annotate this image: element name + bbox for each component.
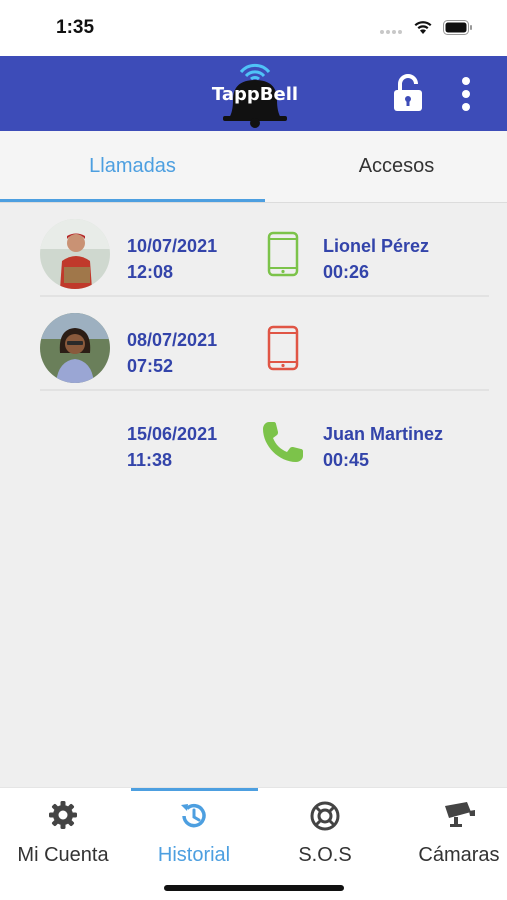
- tappbell-logo: TappBell: [205, 60, 305, 128]
- gear-icon: [49, 801, 77, 829]
- signal-icon: [380, 29, 402, 34]
- camera-icon: [445, 802, 475, 827]
- call-duration: 00:26: [323, 262, 370, 282]
- nav-label: Historial: [157, 844, 231, 866]
- caller-avatar: [40, 313, 110, 383]
- phone-answered-icon: [267, 231, 299, 277]
- call-time: 11:38: [127, 450, 173, 470]
- active-tab-indicator: [0, 199, 265, 202]
- caller-name: Lionel Pérez: [323, 236, 430, 256]
- bottom-navigation: Mi Cuenta Historial S.O.S Cámaras: [0, 787, 507, 900]
- wifi-icon: [414, 21, 432, 34]
- call-date: 10/07/2021: [127, 236, 218, 256]
- call-duration: 00:45: [323, 450, 370, 470]
- call-date: 08/07/2021: [127, 330, 218, 350]
- call-datetime: 08/07/2021 07:52: [127, 327, 217, 379]
- lifebuoy-icon: [310, 801, 340, 831]
- battery-icon: [443, 20, 472, 35]
- caller-info: Juan Martinez 00:45: [323, 421, 443, 473]
- unlock-button[interactable]: [392, 74, 424, 112]
- history-icon: [181, 803, 206, 828]
- nav-label: Mi Cuenta: [17, 844, 109, 866]
- status-bar: 1:35: [0, 0, 507, 56]
- call-list-item[interactable]: 08/07/2021 07:52: [40, 297, 489, 391]
- call-time: 12:08: [127, 262, 174, 282]
- tab-llamadas[interactable]: Llamadas: [6, 131, 259, 201]
- call-time: 07:52: [127, 356, 174, 376]
- nav-label: Cámaras: [418, 844, 500, 866]
- call-date: 15/06/2021: [127, 424, 218, 444]
- call-datetime: 15/06/2021 11:38: [127, 421, 217, 473]
- caller-name: Juan Martinez: [323, 424, 444, 444]
- unlock-icon: [394, 74, 422, 111]
- more-options-button[interactable]: [456, 76, 476, 112]
- nav-label: S.O.S: [298, 844, 352, 866]
- more-vertical-icon: [462, 77, 470, 111]
- nav-mi-cuenta[interactable]: Mi Cuenta: [0, 788, 126, 878]
- handset-icon: [263, 422, 303, 462]
- tab-accesos[interactable]: Accesos: [270, 131, 507, 201]
- caller-avatar: [40, 219, 110, 289]
- nav-camaras[interactable]: Cámaras: [394, 788, 507, 878]
- call-list-item[interactable]: 10/07/2021 12:08 Lionel Pérez 00:26: [40, 203, 489, 297]
- caller-info: Lionel Pérez 00:26: [323, 233, 429, 285]
- call-datetime: 10/07/2021 12:08: [127, 233, 217, 285]
- home-indicator: [164, 885, 344, 891]
- app-header: TappBell: [0, 56, 507, 131]
- nav-historial[interactable]: Historial: [131, 788, 257, 878]
- call-list-item[interactable]: 15/06/2021 11:38 Juan Martinez 00:45: [40, 391, 489, 485]
- logo-text: TappBell: [211, 84, 299, 105]
- call-history-list: 10/07/2021 12:08 Lionel Pérez 00:26 08/0…: [0, 203, 507, 485]
- tab-bar: Llamadas Accesos: [0, 131, 507, 203]
- status-time: 1:35: [56, 17, 95, 38]
- phone-missed-icon: [267, 325, 299, 371]
- status-icons: [379, 20, 473, 35]
- nav-sos[interactable]: S.O.S: [262, 788, 388, 878]
